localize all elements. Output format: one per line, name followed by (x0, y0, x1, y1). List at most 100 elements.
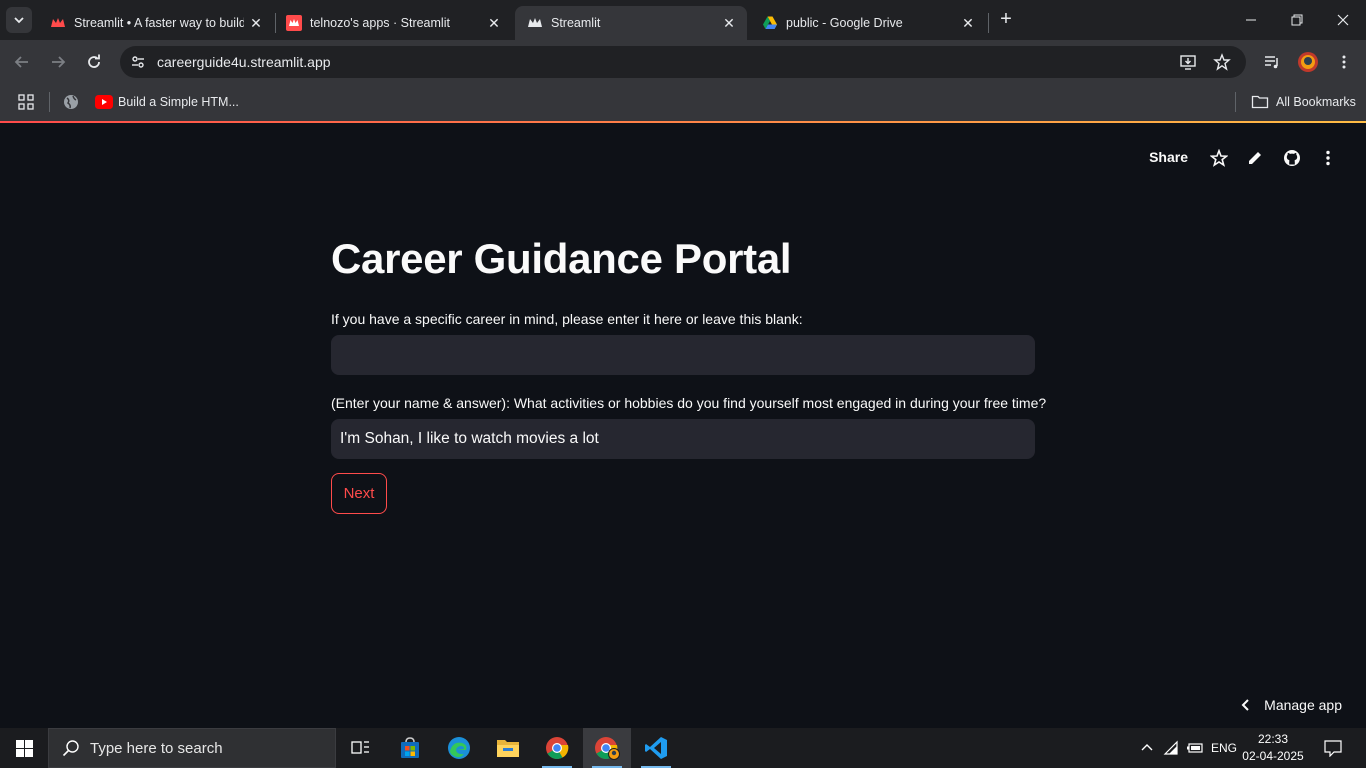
bookmark-star-icon[interactable] (1212, 52, 1232, 72)
close-icon[interactable]: ✕ (721, 15, 737, 31)
career-field-label: If you have a specific career in mind, p… (331, 311, 803, 327)
arrow-right-icon (52, 56, 66, 68)
restore-icon (1291, 14, 1303, 26)
start-button[interactable] (0, 728, 48, 768)
tab-telnozo-apps[interactable]: telnozo's apps · Streamlit ✕ (274, 6, 512, 40)
search-icon (62, 739, 80, 757)
chevron-up-icon (1141, 744, 1153, 751)
file-explorer-icon (497, 740, 519, 757)
battery-button[interactable] (1184, 728, 1206, 768)
battery-icon (1187, 743, 1203, 753)
taskbar-search-box[interactable]: Type here to search (48, 728, 336, 768)
chevron-down-icon (14, 17, 24, 24)
bookmark-youtube-html[interactable]: Build a Simple HTM... (95, 92, 239, 112)
media-control-button[interactable] (1259, 49, 1285, 75)
address-bar[interactable]: careerguide4u.streamlit.app (120, 46, 1246, 78)
more-vertical-icon (1342, 55, 1346, 69)
chrome-profile-button[interactable] (583, 728, 631, 768)
close-icon[interactable]: ✕ (248, 15, 264, 31)
tab-google-drive[interactable]: public - Google Drive ✕ (750, 6, 986, 40)
star-icon[interactable] (1208, 147, 1230, 169)
restore-button[interactable] (1274, 0, 1320, 40)
app-header: Share (1066, 123, 1366, 191)
wifi-icon (1163, 740, 1178, 755)
chevron-left-icon (1240, 698, 1250, 712)
new-tab-button[interactable]: + (994, 8, 1018, 32)
hobbies-field-label: (Enter your name & answer): What activit… (331, 395, 1047, 411)
share-button[interactable]: Share (1149, 149, 1188, 165)
windows-logo-icon (15, 739, 33, 757)
tab-streamlit-active[interactable]: Streamlit ✕ (515, 6, 747, 40)
windows-taskbar: Type here to search ENG 22:33 02-04-2025 (0, 728, 1366, 768)
reload-icon (88, 54, 100, 68)
language-indicator[interactable]: ENG (1208, 728, 1240, 768)
profile-avatar-icon (1298, 52, 1318, 72)
store-icon (401, 737, 419, 758)
file-explorer-button[interactable] (484, 728, 532, 768)
close-icon[interactable]: ✕ (486, 15, 502, 31)
tab-divider (988, 13, 989, 33)
reload-button[interactable] (81, 49, 107, 75)
forward-button[interactable] (45, 49, 71, 75)
minimize-button[interactable] (1228, 0, 1274, 40)
notification-icon (1324, 740, 1342, 757)
hobbies-input[interactable] (331, 419, 1035, 459)
all-bookmarks-label: All Bookmarks (1276, 95, 1356, 109)
browser-tab-strip: Streamlit • A faster way to build ✕ teln… (0, 0, 1366, 40)
tab-title: Streamlit (551, 16, 601, 30)
close-icon[interactable]: ✕ (960, 15, 976, 31)
tab-title: Streamlit • A faster way to build (74, 16, 244, 30)
site-settings-icon[interactable] (128, 52, 148, 72)
all-bookmarks-button[interactable]: All Bookmarks (1251, 92, 1356, 112)
back-button[interactable] (9, 49, 35, 75)
page-title: Career Guidance Portal (331, 235, 792, 282)
globe-icon (64, 95, 78, 109)
profile-button[interactable] (1295, 49, 1321, 75)
apps-grid-button[interactable] (17, 92, 35, 112)
bookmark-globe[interactable] (63, 92, 79, 112)
main-menu-icon[interactable] (1317, 147, 1339, 169)
vscode-button[interactable] (632, 728, 680, 768)
folder-icon (1251, 95, 1269, 109)
task-view-button[interactable] (336, 728, 384, 768)
bookmark-divider (49, 92, 50, 112)
chrome-button[interactable] (533, 728, 581, 768)
streamlit-crown-icon (527, 15, 543, 31)
close-window-button[interactable] (1320, 0, 1366, 40)
close-icon (1337, 14, 1349, 26)
apps-grid-icon (18, 94, 34, 110)
bookmarks-bar: Build a Simple HTM... All Bookmarks (0, 84, 1366, 122)
task-view-icon (351, 741, 369, 754)
github-icon[interactable] (1281, 147, 1303, 169)
streamlit-app: Share Career Guidance Portal If you have… (0, 123, 1366, 728)
tab-streamlit-home[interactable]: Streamlit • A faster way to build ✕ (38, 6, 274, 40)
network-button[interactable] (1160, 728, 1184, 768)
youtube-icon (95, 95, 113, 109)
browser-menu-button[interactable] (1331, 49, 1357, 75)
notifications-button[interactable] (1318, 728, 1348, 768)
manage-app-label: Manage app (1264, 697, 1342, 713)
next-button[interactable]: Next (331, 473, 387, 514)
tab-search-button[interactable] (6, 7, 32, 33)
edit-pencil-icon[interactable] (1244, 147, 1266, 169)
edge-icon (448, 737, 470, 759)
tab-title: telnozo's apps · Streamlit (310, 16, 450, 30)
browser-toolbar: careerguide4u.streamlit.app (0, 40, 1366, 84)
edge-button[interactable] (435, 728, 483, 768)
show-hidden-icons-button[interactable] (1136, 728, 1158, 768)
clock-date: 02-04-2025 (1242, 749, 1304, 763)
bookmark-label: Build a Simple HTM... (118, 95, 239, 109)
search-placeholder: Type here to search (90, 739, 223, 757)
media-queue-icon (1265, 56, 1278, 69)
career-input[interactable] (331, 335, 1035, 375)
arrow-left-icon (14, 56, 28, 68)
install-app-icon[interactable] (1178, 52, 1198, 72)
url-text[interactable]: careerguide4u.streamlit.app (157, 54, 331, 70)
tab-title: public - Google Drive (786, 16, 903, 30)
streamlit-app-icon (286, 15, 302, 31)
clock[interactable]: 22:33 02-04-2025 (1238, 731, 1308, 765)
vscode-icon (645, 737, 667, 759)
manage-app-button[interactable]: Manage app (1240, 697, 1342, 713)
clock-time: 22:33 (1257, 732, 1289, 746)
microsoft-store-button[interactable] (386, 728, 434, 768)
